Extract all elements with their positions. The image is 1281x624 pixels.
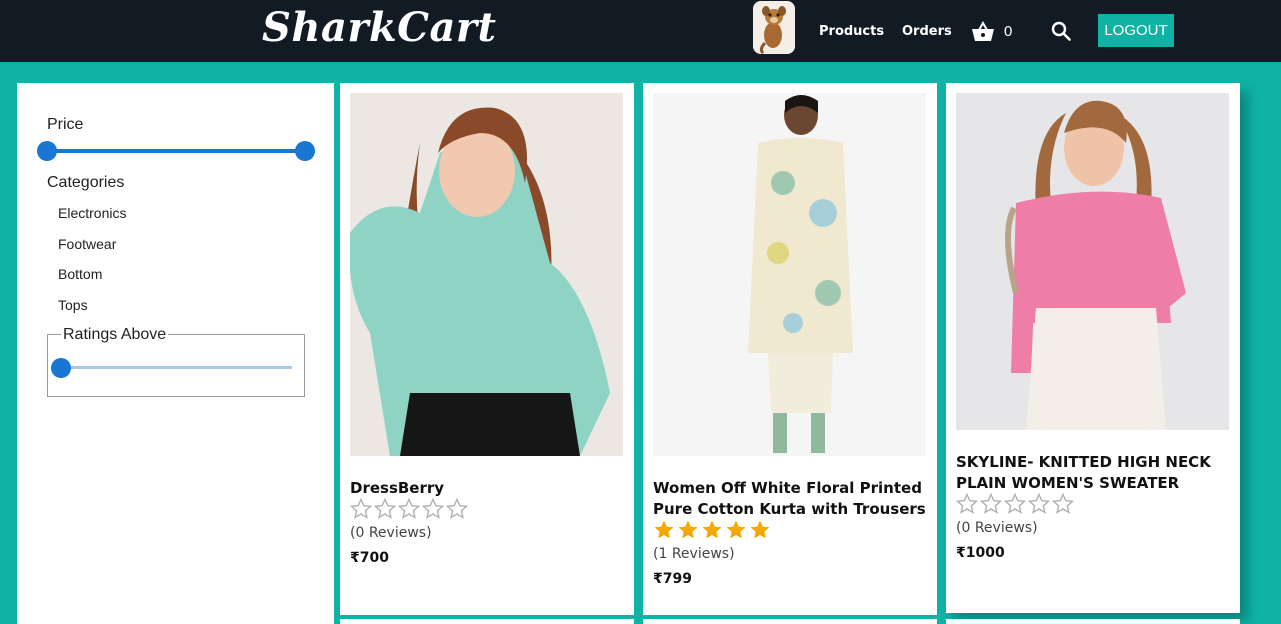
star-empty-icon [350, 498, 372, 519]
product-rating [653, 519, 771, 543]
price-min-handle[interactable] [37, 141, 57, 161]
star-empty-icon [1004, 493, 1026, 514]
ratings-slider-handle[interactable] [51, 358, 71, 378]
review-count: (0 Reviews) [350, 525, 432, 541]
product-card[interactable]: DressBerry (0 Reviews) ₹700 [340, 83, 634, 615]
brand-logo[interactable]: SharkCart [262, 4, 496, 51]
star-empty-icon [980, 493, 1002, 514]
product-price: ₹1000 [956, 545, 1005, 561]
nav-orders-link[interactable]: Orders [902, 24, 952, 39]
category-bottom[interactable]: Bottom [58, 266, 102, 282]
product-price: ₹700 [350, 550, 389, 566]
sidebar-continuation [17, 619, 334, 624]
product-price: ₹799 [653, 571, 692, 587]
product-rating [350, 498, 468, 522]
product-name[interactable]: SKYLINE- KNITTED HIGH NECK PLAIN WOMEN'S… [956, 452, 1230, 494]
star-empty-icon [1052, 493, 1074, 514]
star-empty-icon [398, 498, 420, 519]
product-image[interactable] [350, 93, 623, 456]
search-icon[interactable] [1051, 21, 1071, 41]
nav-products-link[interactable]: Products [819, 24, 884, 39]
product-image[interactable] [653, 93, 926, 456]
categories-label: Categories [47, 174, 125, 191]
star-filled-icon [702, 520, 722, 539]
category-electronics[interactable]: Electronics [58, 205, 126, 221]
top-navbar: SharkCart Products Orders 0 LOGOUT [0, 0, 1281, 62]
price-max-handle[interactable] [295, 141, 315, 161]
product-card[interactable]: Women Off White Floral Printed Pure Cott… [643, 83, 937, 615]
review-count: (1 Reviews) [653, 546, 735, 562]
star-empty-icon [374, 498, 396, 519]
star-filled-icon [750, 520, 770, 539]
product-card[interactable]: SKYLINE- KNITTED HIGH NECK PLAIN WOMEN'S… [946, 83, 1240, 613]
logout-button[interactable]: LOGOUT [1098, 14, 1174, 47]
category-footwear[interactable]: Footwear [58, 236, 116, 252]
star-empty-icon [446, 498, 468, 519]
ratings-slider-track[interactable] [60, 366, 292, 369]
product-rating [956, 493, 1074, 517]
star-filled-icon [726, 520, 746, 539]
star-empty-icon [422, 498, 444, 519]
basket-icon[interactable] [971, 20, 995, 43]
ratings-above-label: Ratings Above [61, 326, 169, 344]
user-avatar[interactable] [753, 1, 795, 54]
category-tops[interactable]: Tops [58, 297, 88, 313]
cart-count: 0 [1004, 23, 1013, 40]
star-filled-icon [678, 520, 698, 539]
filter-sidebar: Price Categories Electronics Footwear Bo… [17, 83, 334, 624]
product-card-next-row[interactable] [643, 619, 937, 624]
star-empty-icon [956, 493, 978, 514]
star-empty-icon [1028, 493, 1050, 514]
ratings-fieldset: Ratings Above [47, 326, 305, 397]
price-filter-label: Price [47, 116, 84, 133]
product-name[interactable]: DressBerry [350, 478, 624, 499]
product-image[interactable] [956, 93, 1229, 430]
product-name[interactable]: Women Off White Floral Printed Pure Cott… [653, 478, 927, 520]
price-range-track[interactable] [46, 149, 306, 153]
product-card-next-row[interactable] [946, 619, 1240, 624]
review-count: (0 Reviews) [956, 520, 1038, 536]
product-card-next-row[interactable] [340, 619, 634, 624]
star-filled-icon [654, 520, 674, 539]
